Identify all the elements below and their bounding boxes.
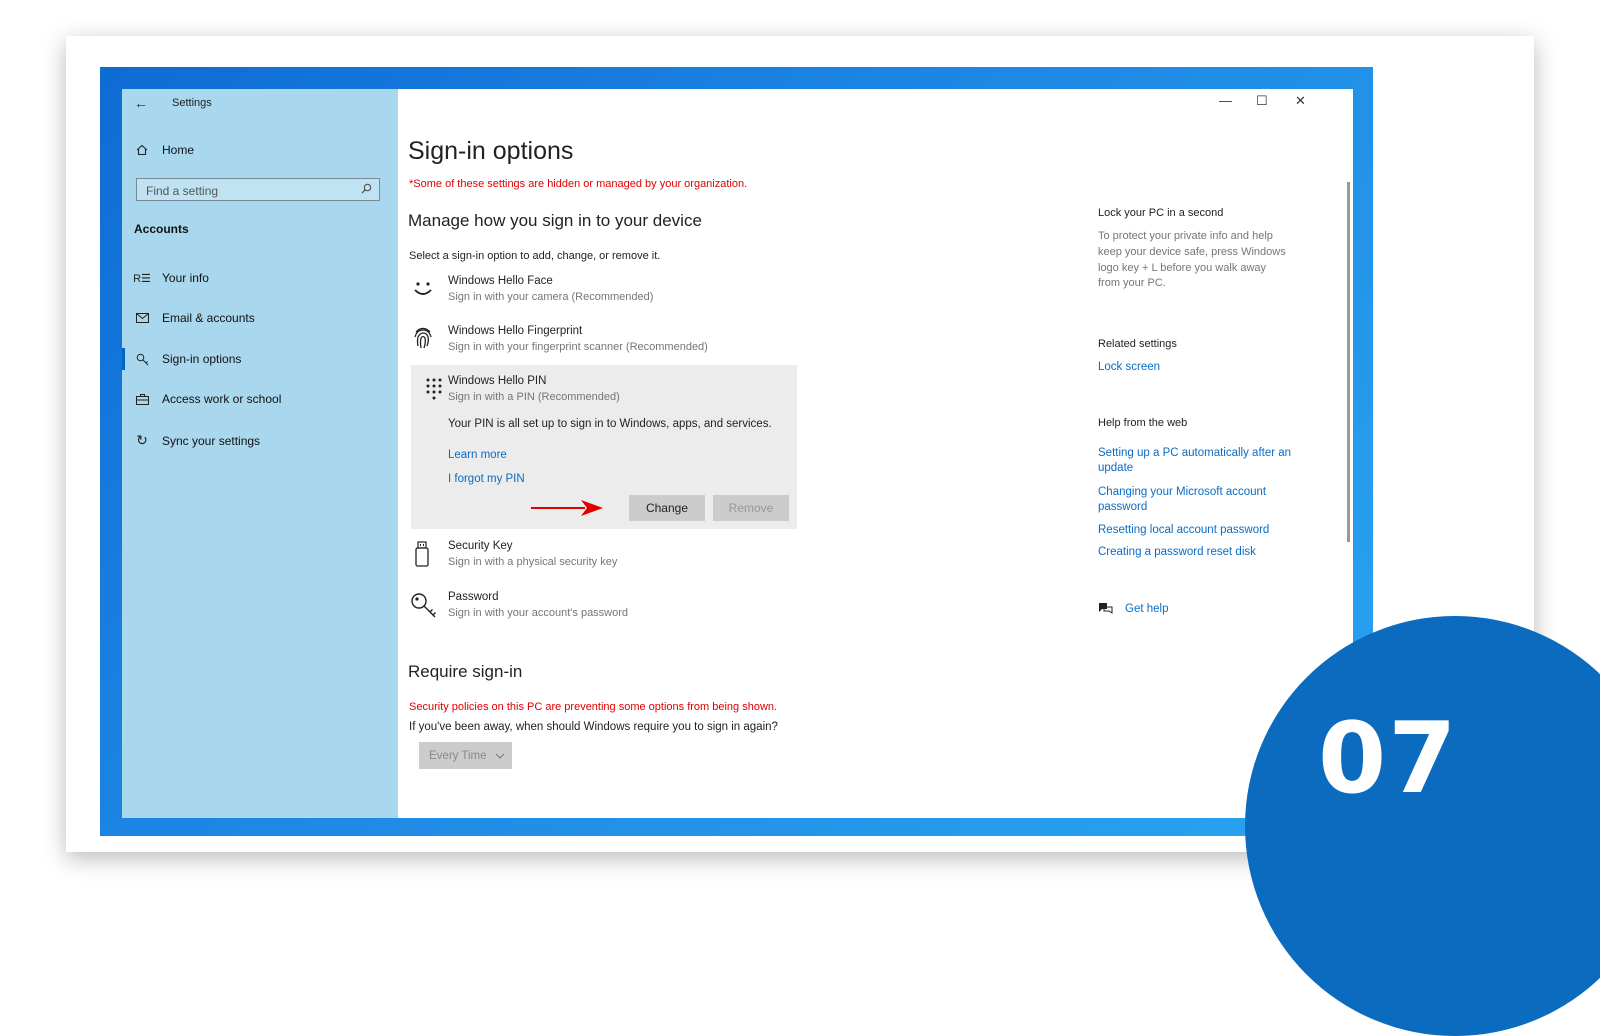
option-title: Windows Hello Fingerprint: [448, 325, 583, 337]
settings-window: ← Settings Home Find a setting Accounts …: [122, 89, 1353, 818]
sidebar-item-sign-in-options[interactable]: Sign-in options: [134, 352, 241, 366]
selection-indicator: [122, 348, 125, 370]
search-input[interactable]: Find a setting: [136, 178, 380, 201]
help-web-title: Help from the web: [1098, 417, 1188, 429]
dropdown-value: Every Time: [429, 749, 487, 762]
person-list-icon: R☰: [133, 272, 151, 285]
lock-text-line: keep your device safe, press Windows: [1098, 246, 1286, 258]
option-subtitle: Sign in with your fingerprint scanner (R…: [448, 341, 708, 353]
manage-heading: Manage how you sign in to your device: [408, 211, 702, 230]
lock-text-line: from your PC.: [1098, 277, 1166, 289]
lock-title: Lock your PC in a second: [1098, 207, 1224, 219]
option-subtitle: Sign in with your camera (Recommended): [448, 291, 654, 303]
search-icon: [361, 183, 372, 197]
learn-more-link[interactable]: Learn more: [448, 449, 507, 461]
nav-home-label: Home: [162, 143, 195, 157]
red-arrow-annotation: [529, 498, 605, 523]
window-title: Settings: [172, 97, 212, 109]
step-number: 07: [1318, 702, 1459, 816]
lock-screen-link[interactable]: Lock screen: [1098, 361, 1160, 373]
sidebar-item-access-work[interactable]: Access work or school: [134, 392, 281, 406]
face-icon: [412, 279, 434, 304]
help-link-reset-local[interactable]: Resetting local account password: [1098, 524, 1269, 536]
option-windows-hello-fingerprint[interactable]: Windows Hello Fingerprint Sign in with y…: [409, 325, 769, 361]
sidebar-item-label: Email & accounts: [162, 311, 255, 325]
option-title: Password: [448, 591, 499, 603]
forgot-pin-link[interactable]: I forgot my PIN: [448, 473, 525, 485]
option-title: Windows Hello PIN: [448, 375, 547, 387]
require-dropdown[interactable]: Every Time: [419, 742, 512, 769]
sidebar-item-email-accounts[interactable]: Email & accounts: [134, 311, 255, 325]
select-hint: Select a sign-in option to add, change, …: [409, 250, 661, 262]
require-question: If you've been away, when should Windows…: [409, 721, 778, 733]
page-title: Sign-in options: [408, 137, 574, 165]
option-title: Security Key: [448, 540, 513, 552]
scrollbar[interactable]: [1347, 182, 1350, 542]
related-settings-title: Related settings: [1098, 338, 1177, 350]
get-help-icon: [1098, 602, 1113, 620]
remove-button[interactable]: Remove: [713, 495, 789, 521]
mail-icon: [134, 313, 150, 323]
require-heading: Require sign-in: [408, 662, 523, 681]
option-password[interactable]: Password Sign in with your account's pas…: [409, 591, 769, 627]
option-subtitle: Sign in with a physical security key: [448, 556, 618, 568]
pin-keypad-icon: [425, 377, 443, 406]
back-arrow-icon[interactable]: ←: [134, 95, 148, 111]
close-button[interactable]: ✕: [1295, 93, 1306, 109]
pin-status-text: Your PIN is all set up to sign in to Win…: [448, 418, 772, 430]
help-link-reset-disk[interactable]: Creating a password reset disk: [1098, 546, 1256, 558]
sidebar: ← Settings Home Find a setting Accounts …: [122, 89, 398, 818]
sidebar-item-label: Sync your settings: [162, 433, 261, 448]
policy-notice: Security policies on this PC are prevent…: [409, 701, 778, 713]
sidebar-item-label: Your info: [162, 271, 209, 285]
sidebar-item-label: Sign-in options: [162, 352, 242, 366]
nav-home[interactable]: Home: [134, 143, 194, 157]
main-content: — ☐ ✕ Sign-in options *Some of these set…: [398, 89, 1353, 818]
get-help-link[interactable]: Get help: [1125, 603, 1168, 615]
option-security-key[interactable]: Security Key Sign in with a physical sec…: [409, 540, 769, 576]
sidebar-item-your-info[interactable]: R☰ Your info: [133, 271, 209, 285]
option-windows-hello-pin[interactable]: Windows Hello PIN Sign in with a PIN (Re…: [411, 365, 797, 529]
option-windows-hello-face[interactable]: Windows Hello Face Sign in with your cam…: [409, 275, 769, 311]
search-placeholder: Find a setting: [146, 184, 219, 198]
chevron-down-icon: [495, 750, 505, 762]
help-link-change-password[interactable]: Changing your Microsoft account: [1098, 486, 1266, 498]
change-button[interactable]: Change: [629, 495, 705, 521]
briefcase-icon: [134, 393, 150, 405]
sidebar-item-sync[interactable]: ↻ Sync your settings: [134, 432, 260, 449]
home-icon: [134, 144, 150, 156]
password-key-icon: [410, 592, 438, 623]
option-subtitle: Sign in with your account's password: [448, 607, 629, 619]
help-link-setup-pc-cont[interactable]: update: [1098, 462, 1133, 474]
help-link-change-password-cont[interactable]: password: [1098, 501, 1147, 513]
lock-text-line: To protect your private info and help: [1098, 230, 1273, 242]
maximize-button[interactable]: ☐: [1256, 93, 1268, 109]
section-accounts: Accounts: [134, 222, 189, 236]
minimize-button[interactable]: —: [1219, 93, 1232, 108]
option-title: Windows Hello Face: [448, 275, 553, 287]
org-notice: *Some of these settings are hidden or ma…: [409, 178, 748, 190]
sidebar-item-label: Access work or school: [162, 392, 282, 406]
key-icon: [134, 353, 150, 366]
usb-key-icon: [414, 541, 430, 572]
lock-text-line: logo key + L before you walk away: [1098, 262, 1267, 274]
help-link-setup-pc[interactable]: Setting up a PC automatically after an: [1098, 447, 1291, 459]
fingerprint-icon: [413, 326, 433, 355]
option-subtitle: Sign in with a PIN (Recommended): [448, 391, 620, 403]
sync-icon: ↻: [136, 432, 148, 448]
